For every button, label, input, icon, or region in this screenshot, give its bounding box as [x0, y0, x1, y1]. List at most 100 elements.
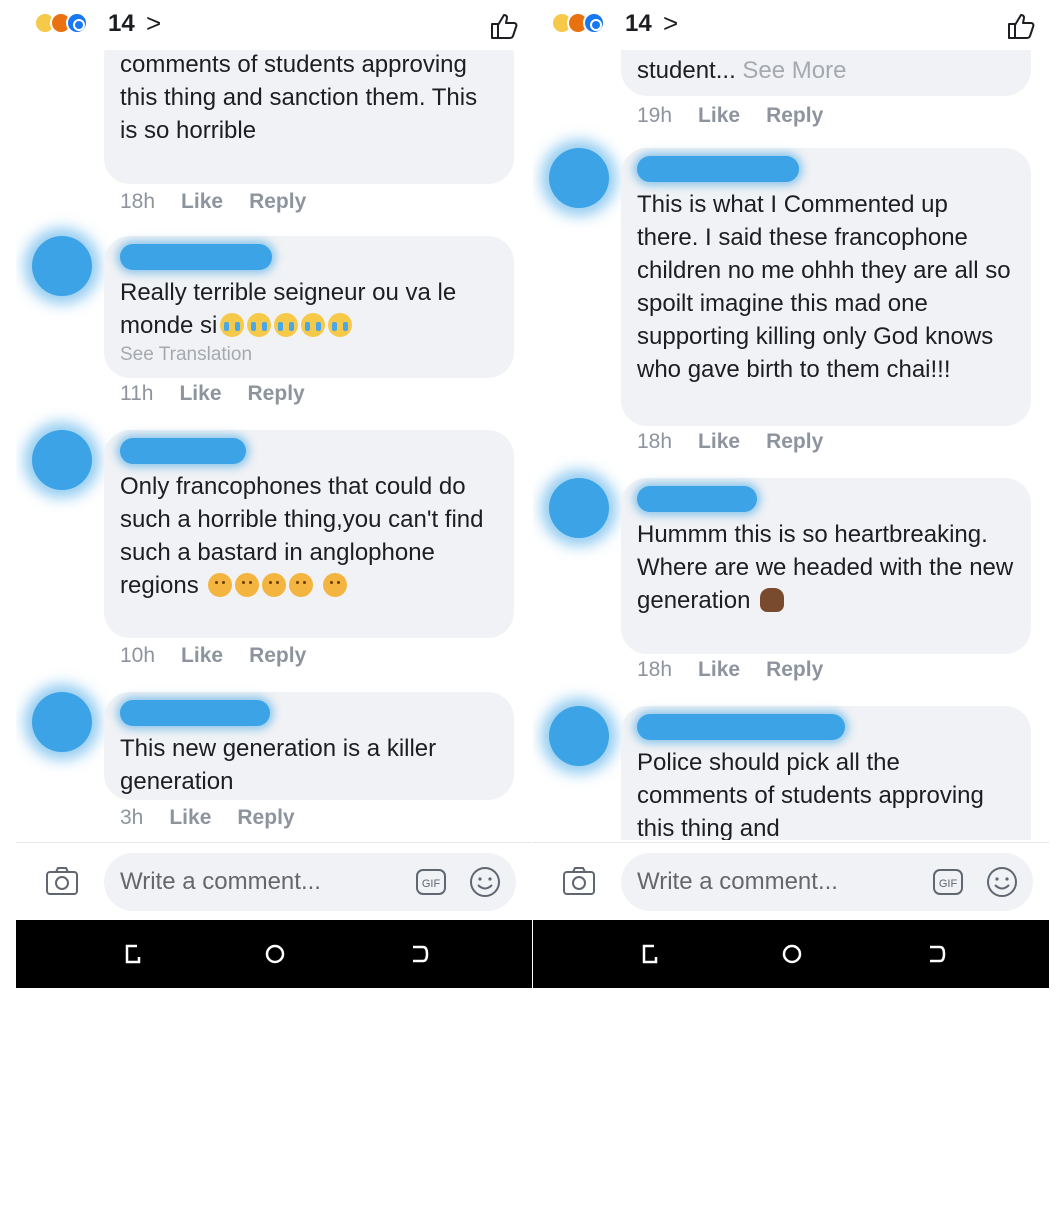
- comment-bubble: Really terrible seigneur ou va le monde …: [104, 236, 514, 378]
- comment-time: 10h: [120, 644, 156, 667]
- chevron-right-icon[interactable]: >: [663, 8, 678, 39]
- comment-time: 18h: [637, 658, 673, 681]
- like-button[interactable]: Like: [169, 806, 211, 829]
- comment-meta: 10h Like Reply: [120, 644, 332, 672]
- gif-icon[interactable]: GIF: [931, 865, 965, 899]
- write-comment-input[interactable]: Write a comment...: [104, 853, 516, 911]
- avatar[interactable]: [32, 430, 92, 490]
- recents-icon[interactable]: [636, 940, 664, 968]
- like-button[interactable]: Like: [698, 430, 740, 453]
- back-icon[interactable]: [405, 940, 433, 968]
- see-translation-link[interactable]: See Translation: [120, 342, 498, 368]
- reply-button[interactable]: Reply: [237, 806, 294, 829]
- comment-text: Police should pick all the comments of s…: [637, 749, 984, 840]
- comment-bubble: student... See More: [621, 50, 1031, 96]
- screens: 14 > comments of students approving this…: [16, 0, 1049, 988]
- gif-icon[interactable]: GIF: [414, 865, 448, 899]
- author-name-redacted[interactable]: [120, 438, 246, 464]
- crying-emoji-icon: [247, 313, 272, 337]
- comment-bubble: This new generation is a killer generati…: [104, 692, 514, 800]
- home-icon[interactable]: [778, 940, 806, 968]
- write-comment-input[interactable]: Write a comment...: [621, 853, 1033, 911]
- android-nav-bar: [533, 920, 1049, 988]
- like-button[interactable]: Like: [181, 190, 223, 213]
- reply-button[interactable]: Reply: [249, 644, 306, 667]
- like-reaction-icon: [66, 12, 88, 34]
- reply-button[interactable]: Reply: [766, 658, 823, 681]
- recents-icon[interactable]: [119, 940, 147, 968]
- smiley-icon[interactable]: [468, 865, 502, 899]
- like-button[interactable]: Like: [181, 644, 223, 667]
- author-name-redacted[interactable]: [637, 714, 845, 740]
- comment-text: Only francophones that could do such a h…: [120, 470, 498, 602]
- crying-emoji-icon: [274, 313, 299, 337]
- comment-meta: 18h Like Reply: [637, 430, 849, 458]
- comment-bubble: This is what I Commented up there. I sai…: [621, 148, 1031, 426]
- comment-time: 18h: [120, 190, 156, 213]
- comment-text-content: student...: [637, 57, 736, 84]
- author-name-redacted[interactable]: [120, 244, 272, 270]
- reply-button[interactable]: Reply: [249, 190, 306, 213]
- reply-button[interactable]: Reply: [766, 430, 823, 453]
- comment-time: 19h: [637, 104, 673, 127]
- smiley-icon[interactable]: [985, 865, 1019, 899]
- see-more-link[interactable]: See More: [742, 57, 846, 84]
- comment-list: student... See More 19h Like Reply This is…: [533, 50, 1049, 840]
- comment-meta: 18h Like Reply: [637, 658, 849, 686]
- gif-label: GIF: [422, 878, 441, 890]
- reaction-count[interactable]: 14: [108, 10, 135, 38]
- like-reaction-icon: [583, 12, 605, 34]
- like-button[interactable]: Like: [698, 658, 740, 681]
- reply-button[interactable]: Reply: [248, 382, 305, 405]
- screen-left: 14 > comments of students approving this…: [16, 0, 532, 988]
- chevron-right-icon[interactable]: >: [146, 8, 161, 39]
- comment-text: Really terrible seigneur ou va le monde …: [120, 276, 498, 342]
- comment-text: This is what I Commented up there. I sai…: [637, 191, 1011, 383]
- avatar[interactable]: [549, 478, 609, 538]
- camera-icon[interactable]: [561, 863, 597, 899]
- comment-meta: 11h Like Reply: [120, 382, 331, 410]
- reactions-header[interactable]: 14 >: [533, 0, 1049, 50]
- crying-emoji-icon: [301, 313, 326, 337]
- author-name-redacted[interactable]: [637, 156, 799, 182]
- comment-meta: 19h Like Reply: [637, 104, 849, 132]
- like-button[interactable]: Like: [179, 382, 221, 405]
- thumbs-up-icon[interactable]: [488, 10, 520, 42]
- comment-bubble: comments of students approving this thin…: [104, 50, 514, 184]
- comment-bubble: Hummm this is so heartbreaking. Where ar…: [621, 478, 1031, 654]
- screen-right: 14 > student... See More 19h Like Reply: [533, 0, 1049, 988]
- avatar[interactable]: [549, 148, 609, 208]
- woman-facepalming-emoji-icon: [760, 588, 785, 612]
- home-icon[interactable]: [261, 940, 289, 968]
- avatar[interactable]: [32, 692, 92, 752]
- comment-bubble: Only francophones that could do such a h…: [104, 430, 514, 638]
- reply-button[interactable]: Reply: [766, 104, 823, 127]
- reaction-count[interactable]: 14: [625, 10, 652, 38]
- sad-emoji-icon: [262, 573, 287, 597]
- reactions-header[interactable]: 14 >: [16, 0, 532, 50]
- back-icon[interactable]: [922, 940, 950, 968]
- comment-meta: 18h Like Reply: [120, 190, 332, 218]
- comment-time: 18h: [637, 430, 673, 453]
- comment-composer: Write a comment... GIF: [533, 842, 1049, 921]
- avatar[interactable]: [32, 236, 92, 296]
- gif-label: GIF: [939, 878, 958, 890]
- sad-emoji-icon: [208, 573, 233, 597]
- author-name-redacted[interactable]: [637, 486, 757, 512]
- like-button[interactable]: Like: [698, 104, 740, 127]
- android-nav-bar: [16, 920, 532, 988]
- comment-text-content: Hummm this is so heartbreaking. Where ar…: [637, 521, 1014, 614]
- thumbs-up-icon[interactable]: [1005, 10, 1037, 42]
- comment-meta: 3h Like Reply: [120, 806, 321, 834]
- avatar[interactable]: [549, 706, 609, 766]
- comment-time: 3h: [120, 806, 144, 829]
- comment-text: Hummm this is so heartbreaking. Where ar…: [637, 518, 1015, 617]
- comment-composer: Write a comment... GIF: [16, 842, 532, 921]
- author-name-redacted[interactable]: [120, 700, 270, 726]
- comment-time: 11h: [120, 382, 154, 405]
- comment-bubble: Police should pick all the comments of s…: [621, 706, 1031, 840]
- crying-emoji-icon: [220, 313, 245, 337]
- crying-emoji-icon: [328, 313, 353, 337]
- comment-text: comments of students approving this thin…: [120, 51, 478, 144]
- camera-icon[interactable]: [44, 863, 80, 899]
